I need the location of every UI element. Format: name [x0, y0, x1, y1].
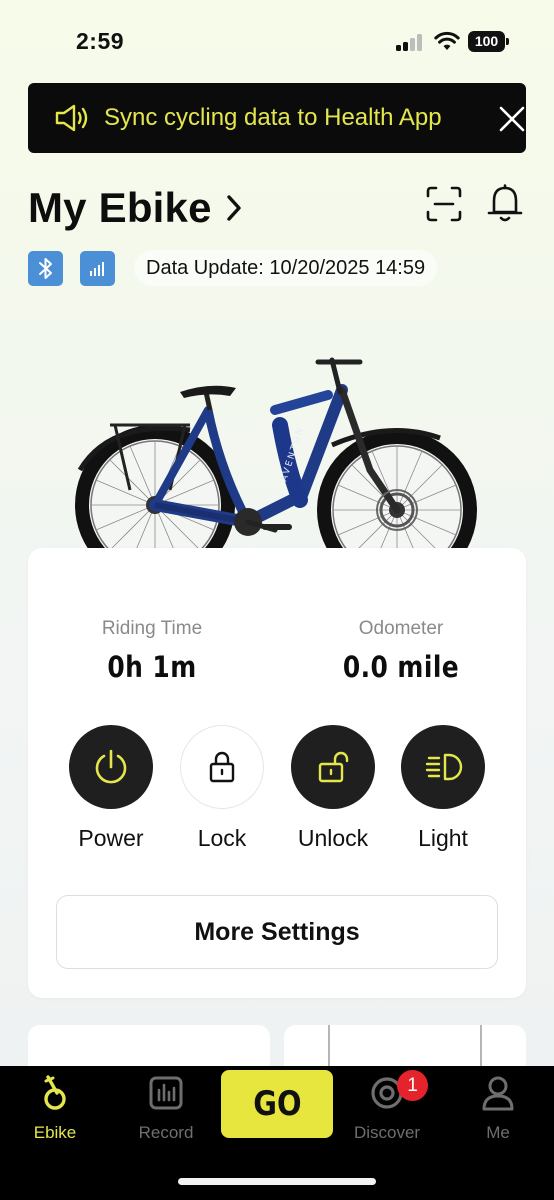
riding-time-value: 0h 1m	[107, 650, 197, 684]
bluetooth-status-badge	[28, 251, 63, 286]
more-settings-button[interactable]: More Settings	[56, 895, 498, 969]
ebike-icon	[44, 1075, 66, 1110]
status-bar: 2:59 100	[0, 0, 554, 80]
battery-icon: 100	[468, 31, 510, 52]
data-update-timestamp: Data Update: 10/20/2025 14:59	[134, 250, 438, 286]
profile-icon	[482, 1076, 514, 1111]
chevron-right-icon	[226, 195, 241, 221]
status-time: 2:59	[76, 28, 125, 54]
record-icon	[149, 1076, 183, 1110]
close-icon[interactable]	[498, 105, 526, 133]
ebike-title-link[interactable]: My Ebike	[28, 180, 244, 236]
bell-icon[interactable]	[486, 184, 524, 224]
go-button[interactable]: GO	[221, 1070, 333, 1138]
page-title: My Ebike	[28, 184, 212, 231]
bluetooth-icon	[39, 258, 52, 279]
power-button[interactable]: Power	[69, 725, 153, 852]
tab-record[interactable]: Record	[118, 1074, 214, 1143]
wifi-icon	[434, 31, 460, 50]
riding-time-stat: Riding Time 0h 1m	[52, 618, 252, 684]
odometer-value: 0.0 mile	[342, 650, 460, 684]
tab-me-label: Me	[486, 1123, 510, 1142]
go-label: GO	[252, 1084, 302, 1124]
tab-me[interactable]: Me	[450, 1074, 546, 1143]
health-sync-banner[interactable]: Sync cycling data to Health App	[28, 83, 526, 153]
unlock-label: Unlock	[297, 825, 369, 851]
power-icon	[95, 749, 127, 784]
tab-ebike-label: Ebike	[33, 1123, 77, 1142]
battery-level: 100	[468, 31, 505, 52]
cellular-signal-icon	[396, 33, 426, 51]
tab-discover-label: Discover	[353, 1123, 421, 1142]
odometer-label: Odometer	[358, 618, 444, 639]
light-button[interactable]: Light	[401, 725, 485, 852]
tab-ebike[interactable]: Ebike	[7, 1074, 103, 1143]
tab-record-label: Record	[138, 1123, 194, 1142]
light-label: Light	[418, 825, 468, 851]
lock-button[interactable]: Lock	[180, 725, 264, 852]
lock-icon	[209, 751, 235, 783]
scan-icon[interactable]	[426, 186, 462, 222]
headlight-icon	[425, 753, 463, 781]
unlock-button[interactable]: Unlock	[291, 725, 375, 852]
power-label: Power	[78, 825, 144, 851]
odometer-stat: Odometer 0.0 mile	[301, 618, 501, 684]
unlock-icon	[318, 751, 349, 783]
bike-control-card: Riding Time 0h 1m Odometer 0.0 mile Powe…	[28, 548, 526, 998]
home-indicator[interactable]	[178, 1178, 376, 1185]
speaker-icon	[55, 104, 88, 132]
signal-status-badge	[80, 251, 115, 286]
banner-text: Sync cycling data to Health App	[104, 104, 442, 131]
riding-time-label: Riding Time	[101, 618, 203, 639]
lock-label: Lock	[197, 825, 247, 851]
signal-bars-icon	[90, 262, 104, 276]
discover-notification-badge: 1	[397, 1070, 428, 1101]
